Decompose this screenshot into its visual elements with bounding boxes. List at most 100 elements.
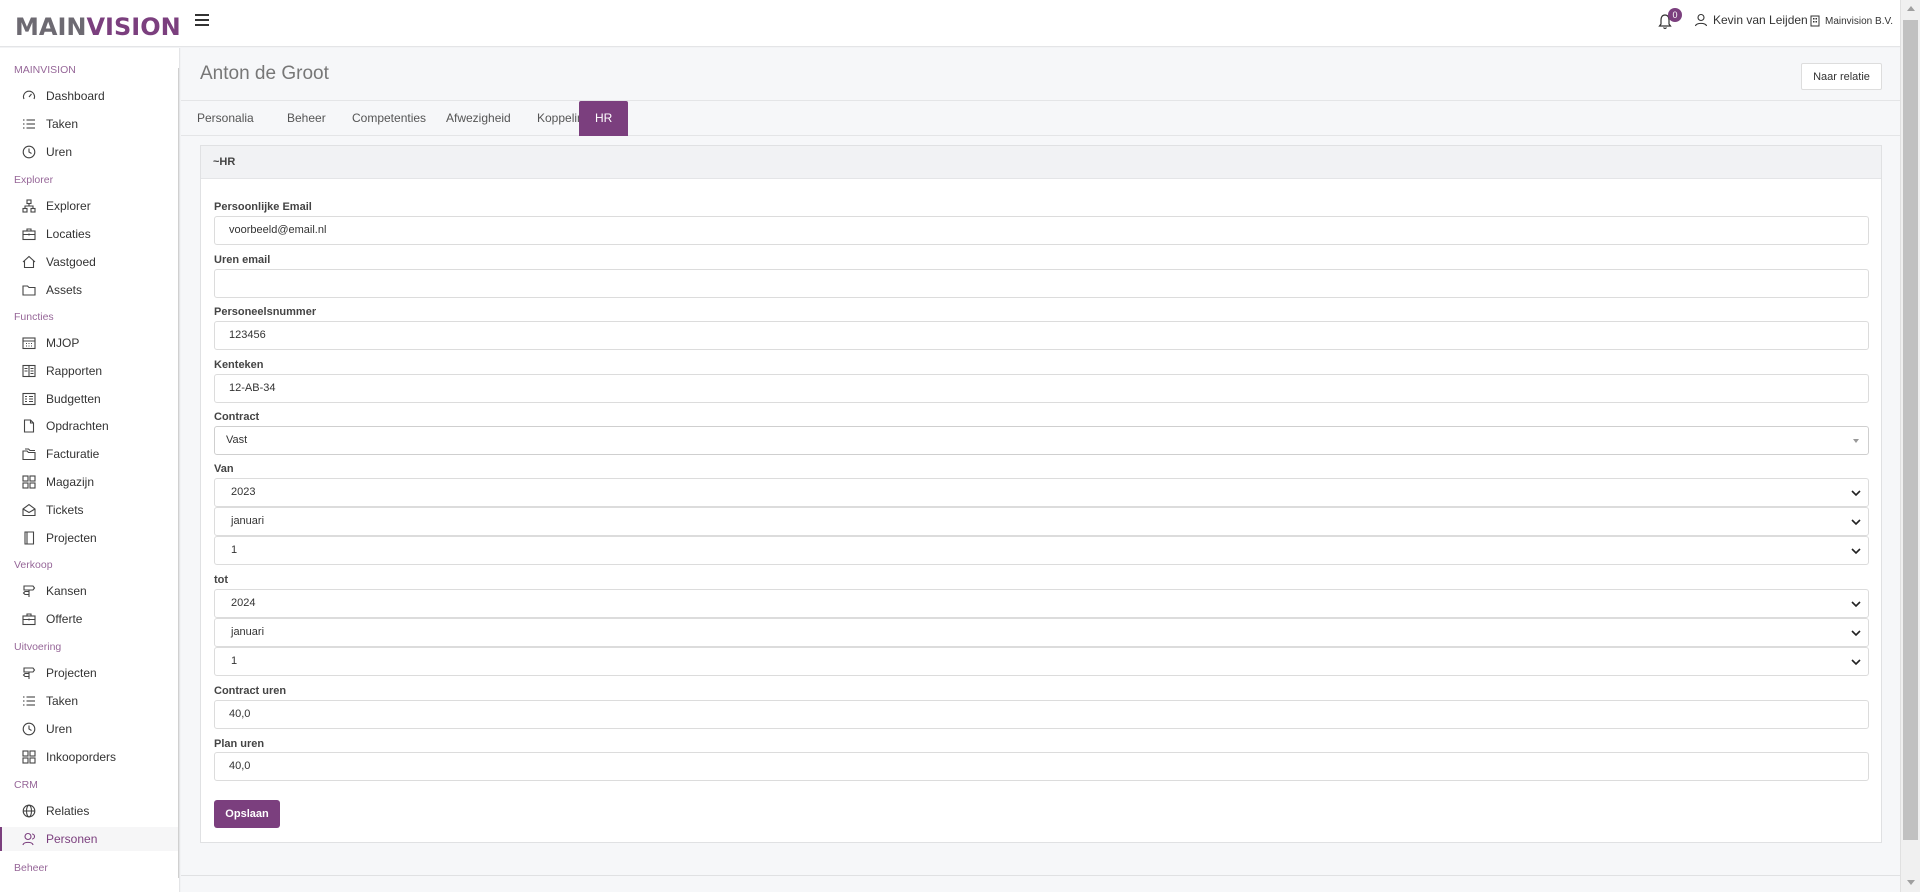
sidebar-section-verkoop: Verkoop (14, 559, 53, 571)
notification-count-badge: 0 (1668, 8, 1682, 22)
page-scrollbar[interactable] (1900, 0, 1920, 892)
sidebar-item-label: Explorer (46, 199, 91, 213)
calendar-icon (22, 337, 36, 350)
sidebar-item-explorer[interactable]: Explorer (0, 194, 178, 218)
sidebar-item-budgetten[interactable]: Budgetten (0, 387, 178, 411)
van-month-value: januari (231, 515, 265, 527)
plan-uren-label: Plan uren (214, 738, 265, 750)
sidebar-item-label: Assets (46, 283, 83, 297)
organization-name: Mainvision B.V. (1825, 15, 1893, 27)
van-year-value: 2023 (231, 486, 256, 498)
sidebar-item-label: Opdrachten (46, 419, 109, 433)
sidebar-item-tickets[interactable]: Tickets (0, 498, 178, 522)
naar-relatie-button[interactable]: Naar relatie (1801, 63, 1882, 90)
sidebar-section-explorer: Explorer (14, 174, 54, 186)
sidebar-item-opdrachten[interactable]: Opdrachten (0, 414, 178, 438)
sidebar-item-personen[interactable]: Personen (0, 827, 178, 851)
sidebar-section-mainvision: MAINVISION (14, 64, 76, 76)
sidebar-item-label: Kansen (46, 584, 87, 598)
van-year-select[interactable]: 2023 (214, 478, 1869, 507)
sidebar-item-assets[interactable]: Assets (0, 278, 178, 302)
caret-down-icon (1853, 439, 1859, 443)
card-title: ~HR (201, 146, 1881, 179)
personeelsnummer-label: Personeelsnummer (214, 306, 317, 318)
tab-afwezigheid[interactable]: Afwezigheid (430, 101, 527, 136)
sidebar-item-facturatie[interactable]: Facturatie (0, 442, 178, 466)
inbox-icon (22, 503, 36, 517)
sidebar-item-label: Tickets (46, 503, 84, 517)
sidebar-item-label: Dashboard (46, 89, 105, 103)
sidebar-section-functies: Functies (14, 311, 54, 323)
home-icon (22, 255, 36, 269)
sidebar-item-offerte[interactable]: Offerte (0, 607, 178, 631)
briefcase-icon (22, 228, 36, 241)
organization-selector[interactable]: Mainvision B.V. (1810, 15, 1893, 27)
sidebar-item-label: Uren (46, 145, 73, 159)
sidebar-item-kansen[interactable]: Kansen (0, 579, 178, 603)
sidebar-item-label: Inkooporders (46, 750, 117, 764)
sidebar-item-taken[interactable]: Taken (0, 112, 178, 136)
mainvision-logo[interactable]: MAINVISION (15, 13, 181, 41)
sidebar-item-vastgoed[interactable]: Vastgoed (0, 250, 178, 274)
tab-hr[interactable]: HR (579, 101, 629, 136)
personal-email-label: Persoonlijke Email (214, 201, 312, 213)
personeelsnummer-input[interactable]: 123456 (214, 321, 1869, 350)
user-menu[interactable]: Kevin van Leijden (1694, 13, 1808, 27)
clock-icon (22, 145, 36, 159)
grid-icon (22, 475, 36, 489)
sitemap-icon (22, 199, 36, 213)
sidebar-item-rapporten[interactable]: Rapporten (0, 359, 178, 383)
van-month-select[interactable]: januari (214, 507, 1869, 536)
contract-select-value: Vast (226, 434, 248, 446)
chevron-down-icon (1851, 519, 1861, 526)
scroll-down-arrow-icon[interactable] (1907, 880, 1915, 885)
sidebar-item-uitvoering-taken[interactable]: Taken (0, 689, 178, 713)
tot-month-select[interactable]: januari (214, 618, 1869, 647)
scrollbar-thumb[interactable] (1903, 20, 1918, 840)
tab-beheer[interactable]: Beheer (271, 101, 342, 136)
sidebar-section-uitvoering: Uitvoering (14, 641, 62, 653)
sidebar-item-label: Projecten (46, 531, 97, 545)
uren-email-input[interactable] (214, 269, 1869, 298)
van-day-select[interactable]: 1 (214, 536, 1869, 565)
sidebar-item-mjop[interactable]: MJOP (0, 331, 178, 355)
contract-uren-input[interactable]: 40,0 (214, 700, 1869, 729)
clock-icon (22, 722, 36, 736)
sidebar-scrollbar[interactable] (178, 68, 179, 878)
kenteken-label: Kenteken (214, 359, 264, 371)
sidebar-item-uitvoering-projecten[interactable]: Projecten (0, 661, 178, 685)
kenteken-input[interactable]: 12-AB-34 (214, 374, 1869, 403)
briefcase-icon (22, 613, 36, 626)
sidebar-item-relaties[interactable]: Relaties (0, 799, 178, 823)
page-header: Anton de Groot Naar relatie (181, 48, 1900, 101)
tab-bar: Personalia Beheer Competenties Afwezighe… (181, 101, 1900, 136)
tab-personalia[interactable]: Personalia (181, 101, 270, 136)
logo-text-vision: VISION (86, 13, 181, 41)
sidebar-item-uitvoering-uren[interactable]: Uren (0, 717, 178, 741)
list-icon (23, 696, 35, 706)
scroll-up-arrow-icon[interactable] (1907, 6, 1915, 11)
tot-year-value: 2024 (231, 597, 256, 609)
sidebar-item-label: MJOP (46, 336, 80, 350)
tab-competenties[interactable]: Competenties (336, 101, 442, 136)
tot-day-select[interactable]: 1 (214, 647, 1869, 676)
plan-uren-input[interactable]: 40,0 (214, 752, 1869, 781)
sidebar-item-label: Offerte (46, 612, 83, 626)
users-icon (22, 832, 36, 846)
sidebar-item-uren[interactable]: Uren (0, 140, 178, 164)
sidebar-item-label: Uren (46, 722, 73, 736)
sidebar-item-inkooporders[interactable]: Inkooporders (0, 745, 178, 769)
signpost-icon (22, 667, 36, 679)
hr-card: ~HR Persoonlijke Email voorbeeld@email.n… (200, 145, 1882, 843)
sidebar-item-locaties[interactable]: Locaties (0, 222, 178, 246)
tot-year-select[interactable]: 2024 (214, 589, 1869, 618)
personal-email-input[interactable]: voorbeeld@email.nl (214, 216, 1869, 245)
menu-toggle-icon[interactable] (195, 14, 209, 28)
contract-select[interactable]: Vast (214, 426, 1869, 455)
sidebar-item-projecten[interactable]: Projecten (0, 526, 178, 550)
save-button[interactable]: Opslaan (214, 800, 280, 828)
sidebar-item-magazijn[interactable]: Magazijn (0, 470, 178, 494)
sidebar-item-dashboard[interactable]: Dashboard (0, 84, 178, 108)
sidebar-item-label: Taken (46, 694, 79, 708)
sidebar-item-label: Budgetten (46, 392, 101, 406)
